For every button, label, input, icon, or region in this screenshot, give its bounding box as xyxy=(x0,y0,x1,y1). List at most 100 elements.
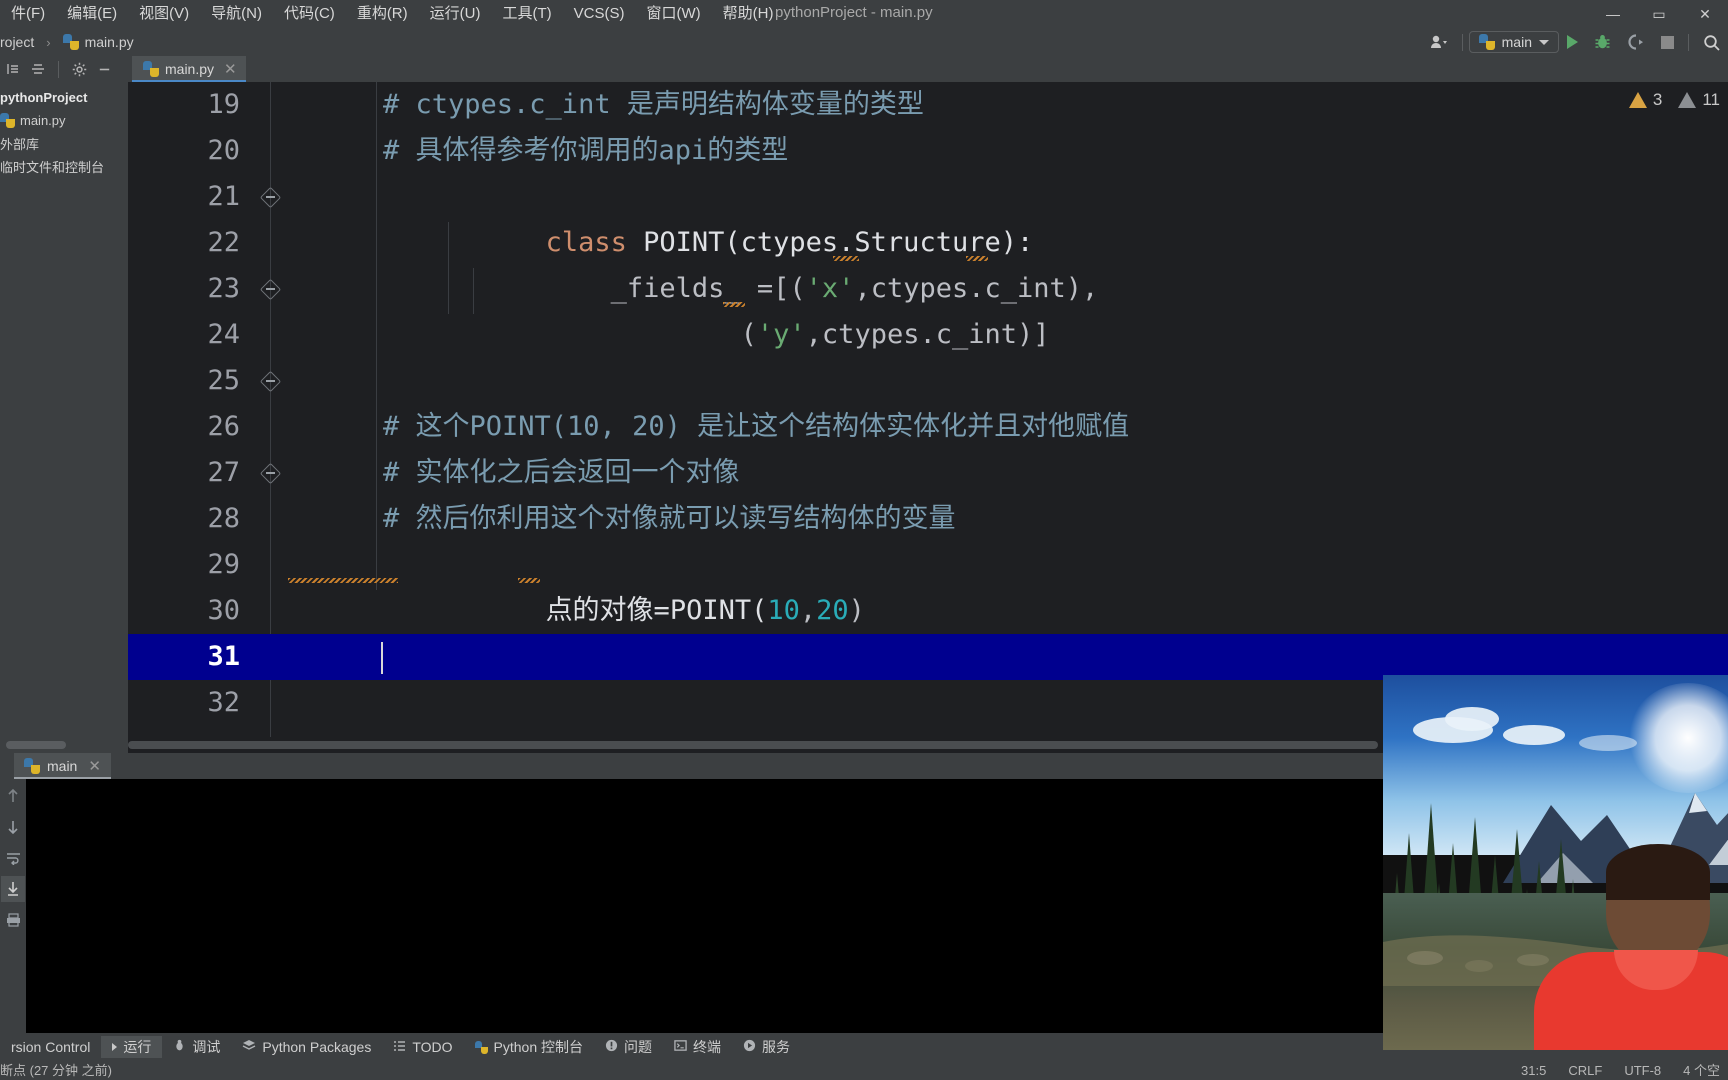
tree-item-main-py[interactable]: main.py xyxy=(0,109,128,132)
line-number: 20 xyxy=(207,135,240,166)
code-row-current[interactable]: 31 xyxy=(128,634,1728,680)
window-title: pythonProject - main.py xyxy=(775,4,933,21)
menu-item-file[interactable]: 件(F) xyxy=(0,0,56,28)
packages-icon xyxy=(242,1039,256,1055)
terminal-icon xyxy=(674,1039,687,1055)
run-button[interactable] xyxy=(1559,28,1586,56)
code-row[interactable]: 27 # 实体化之后会返回一个对像 xyxy=(128,450,1728,496)
error-squiggle xyxy=(288,578,398,583)
soft-wrap-icon[interactable] xyxy=(1,845,25,871)
settings-gear-icon[interactable] xyxy=(68,58,90,80)
code-row[interactable]: 24 xyxy=(128,312,1728,358)
close-icon[interactable]: ✕ xyxy=(224,60,237,78)
close-button[interactable]: ✕ xyxy=(1682,0,1728,28)
code-row[interactable]: 23 ('y',ctypes.c_int)] xyxy=(128,266,1728,484)
tree-item-external-libraries[interactable]: 外部库 xyxy=(0,132,128,155)
tool-button-label: 服务 xyxy=(762,1039,791,1055)
stop-button[interactable] xyxy=(1653,28,1682,56)
project-panel-scrollbar[interactable] xyxy=(0,737,128,753)
menu-item-window[interactable]: 窗口(W) xyxy=(635,0,711,28)
scroll-down-icon[interactable] xyxy=(1,814,25,840)
tool-button-services[interactable]: 服务 xyxy=(732,1036,801,1058)
project-tree: pythonProject main.py 外部库 临时文件和控制台 xyxy=(0,82,128,178)
code-lines[interactable]: 19 # ctypes.c_int 是声明结构体变量的类型 20 # 具体得参考… xyxy=(128,82,1728,753)
weak-warning-icon xyxy=(1678,92,1697,108)
error-squiggle xyxy=(966,256,988,261)
menu-item-code[interactable]: 代码(C) xyxy=(273,0,346,28)
hide-icon[interactable] xyxy=(93,58,115,80)
tool-button-terminal[interactable]: 终端 xyxy=(663,1036,732,1058)
run-tab-main[interactable]: main ✕ xyxy=(14,753,111,779)
menu-item-help[interactable]: 帮助(H) xyxy=(712,0,785,28)
line-number: 31 xyxy=(207,641,240,672)
line-number: 30 xyxy=(207,595,240,626)
code-row[interactable]: 26 # 这个POINT(10, 20) 是让这个结构体实体化并且对他赋值 xyxy=(128,404,1728,753)
code-row[interactable]: 25 xyxy=(128,358,1728,404)
code-row[interactable]: 20 # 具体得参考你调用的api的类型 xyxy=(128,128,1728,208)
tree-item-scratches[interactable]: 临时文件和控制台 xyxy=(0,155,128,178)
scroll-to-end-icon[interactable] xyxy=(1,876,25,902)
breadcrumb: roject › main.py xyxy=(0,34,134,50)
editor-tab-main-py[interactable]: main.py ✕ xyxy=(132,56,246,82)
code-row[interactable]: 22 _fields_ =[('x',ctypes.c_int), xyxy=(128,220,1728,392)
tool-button-label: 问题 xyxy=(624,1039,653,1055)
line-number: 28 xyxy=(207,503,240,534)
menu-item-view[interactable]: 视图(V) xyxy=(128,0,200,28)
menu-item-navigate[interactable]: 导航(N) xyxy=(200,0,273,28)
menu-item-run[interactable]: 运行(U) xyxy=(419,0,492,28)
maximize-button[interactable]: ▭ xyxy=(1636,0,1682,28)
tool-button-debug[interactable]: 调试 xyxy=(162,1036,231,1058)
tool-button-python-console[interactable]: Python 控制台 xyxy=(464,1036,594,1058)
line-number: 21 xyxy=(207,181,240,212)
expand-icon[interactable] xyxy=(27,58,49,80)
person-webcam xyxy=(1534,844,1728,1050)
menu-item-refactor[interactable]: 重构(R) xyxy=(346,0,419,28)
run-configuration-selector[interactable]: main xyxy=(1468,31,1559,53)
line-number: 22 xyxy=(207,227,240,258)
user-icon[interactable] xyxy=(1422,28,1456,56)
line-number: 27 xyxy=(207,457,240,488)
tool-button-python-packages[interactable]: Python Packages xyxy=(231,1036,382,1058)
inspection-status-widget[interactable]: 3 11 xyxy=(1470,82,1728,118)
code-row[interactable]: 29 点的对像=POINT(10,20) xyxy=(128,542,1728,626)
collapse-all-icon[interactable] xyxy=(2,58,24,80)
tool-button-run[interactable]: 运行 xyxy=(101,1036,163,1058)
menu-item-tools[interactable]: 工具(T) xyxy=(491,0,562,28)
tool-button-version-control[interactable]: rsion Control xyxy=(0,1036,101,1058)
code-text: # 实体化之后会返回一个对像 xyxy=(383,457,740,488)
close-icon[interactable]: ✕ xyxy=(88,757,101,775)
code-row[interactable]: 21 class POINT(ctypes.Structure): xyxy=(128,174,1728,300)
indent-setting[interactable]: 4 个空 xyxy=(1683,1061,1720,1080)
run-with-coverage-button[interactable] xyxy=(1619,28,1653,56)
todo-icon xyxy=(393,1039,406,1055)
line-number: 32 xyxy=(207,687,240,718)
tool-button-problems[interactable]: 问题 xyxy=(594,1036,663,1058)
weak-warning-count: 11 xyxy=(1702,90,1720,109)
line-separator[interactable]: CRLF xyxy=(1568,1061,1602,1080)
tool-button-label: 运行 xyxy=(123,1039,152,1055)
debug-button[interactable] xyxy=(1586,28,1619,56)
code-row[interactable]: 30 xyxy=(128,588,1728,634)
tree-item-pythonproject[interactable]: pythonProject xyxy=(0,86,128,109)
python-config-icon xyxy=(1478,34,1495,50)
cloud xyxy=(1445,707,1499,731)
code-editor[interactable]: 19 # ctypes.c_int 是声明结构体变量的类型 20 # 具体得参考… xyxy=(128,82,1728,753)
breadcrumb-project[interactable]: roject xyxy=(0,34,34,50)
minimize-button[interactable]: — xyxy=(1590,0,1636,28)
menu-item-vcs[interactable]: VCS(S) xyxy=(563,0,636,28)
file-encoding[interactable]: UTF-8 xyxy=(1624,1061,1661,1080)
tool-button-todo[interactable]: TODO xyxy=(382,1036,463,1058)
tool-button-label: 调试 xyxy=(192,1039,221,1055)
project-tool-window: pythonProject main.py 外部库 临时文件和控制台 xyxy=(0,56,128,753)
code-text: # ctypes.c_int 是声明结构体变量的类型 xyxy=(383,89,924,120)
line-number: 19 xyxy=(207,89,240,120)
breadcrumb-file[interactable]: main.py xyxy=(85,34,134,50)
caret-position[interactable]: 31:5 xyxy=(1521,1061,1546,1080)
scroll-up-icon[interactable] xyxy=(1,783,25,809)
code-row[interactable]: 28 # 然后你利用这个对像就可以读写结构体的变量 xyxy=(128,496,1728,542)
menu-item-edit[interactable]: 编辑(E) xyxy=(56,0,128,28)
debug-icon xyxy=(173,1039,186,1055)
search-icon[interactable] xyxy=(1695,28,1728,56)
person-hair xyxy=(1606,844,1710,900)
print-icon[interactable] xyxy=(1,907,25,933)
